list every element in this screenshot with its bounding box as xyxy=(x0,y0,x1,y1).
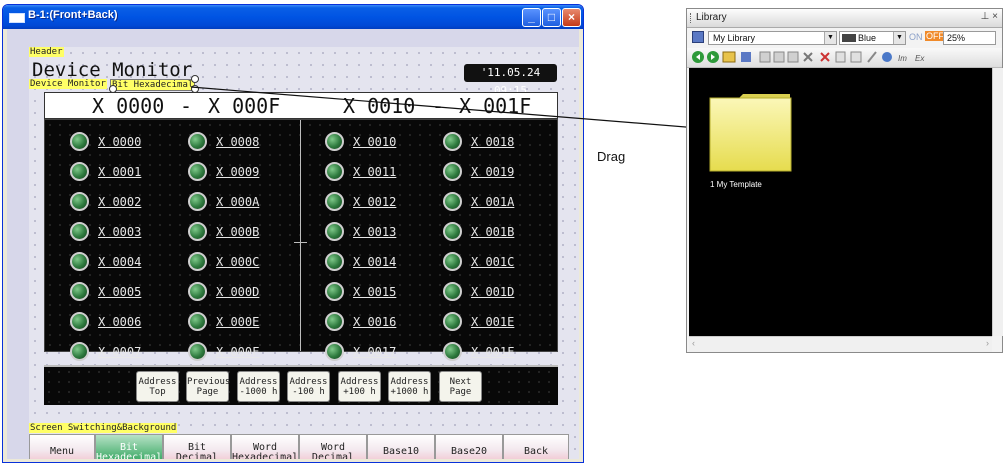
chevron-down-icon[interactable]: ▼ xyxy=(824,32,836,44)
scroll-left-icon[interactable]: ‹ xyxy=(692,338,695,348)
pin-icon[interactable]: ⊥ × xyxy=(981,11,998,22)
library-toolbar: Im Ex xyxy=(687,48,1002,68)
info-icon xyxy=(882,52,892,62)
off-toggle[interactable]: OFF xyxy=(925,31,945,41)
chevron-down-icon[interactable]: ▼ xyxy=(893,32,905,44)
paste-icon xyxy=(850,51,862,63)
on-toggle[interactable]: ON xyxy=(909,32,923,42)
export-icon: Ex xyxy=(915,54,925,63)
scroll-right-icon[interactable]: › xyxy=(986,338,989,348)
import-icon: Im xyxy=(898,54,907,63)
grip-icon xyxy=(690,13,693,23)
properties-icon xyxy=(773,51,785,63)
new-icon xyxy=(759,51,771,63)
library-selector-row: My Library ▼ Blue ▼ ON OFF 25% xyxy=(687,28,1002,47)
folder-up-icon xyxy=(722,51,736,63)
color-select-value: Blue xyxy=(858,33,877,43)
horizontal-scrollbar[interactable]: ‹ › xyxy=(689,336,992,352)
copy-icon xyxy=(835,51,846,63)
library-icon xyxy=(692,31,704,43)
library-title-bar[interactable]: Library ⊥ × xyxy=(687,9,1002,28)
cut-icon xyxy=(820,52,830,62)
tree-icon xyxy=(741,52,751,62)
library-title: Library xyxy=(696,12,727,23)
library-select-value: My Library xyxy=(713,33,756,43)
color-select[interactable]: Blue ▼ xyxy=(839,31,906,45)
zoom-field[interactable]: 25% xyxy=(943,31,996,45)
drag-label: Drag xyxy=(597,149,626,164)
register-icon xyxy=(787,51,799,63)
folder-icon[interactable] xyxy=(709,92,792,172)
library-content-area[interactable]: 1 My Template xyxy=(689,68,992,336)
edit-icon xyxy=(867,51,877,63)
folder-label[interactable]: 1 My Template xyxy=(710,180,762,189)
zoom-value: 25% xyxy=(947,33,966,43)
vertical-scrollbar[interactable] xyxy=(992,68,1003,336)
library-panel: Library ⊥ × My Library ▼ Blue ▼ ON OFF 2… xyxy=(686,8,1003,353)
toolbar-icons: Im Ex xyxy=(692,51,925,63)
library-select[interactable]: My Library ▼ xyxy=(708,31,837,45)
color-swatch xyxy=(842,34,856,42)
delete-icon xyxy=(803,52,813,62)
